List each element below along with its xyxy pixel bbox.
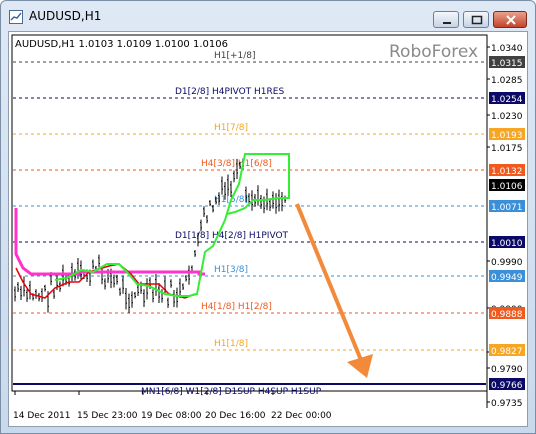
forecast-arrow [295, 203, 363, 361]
time-label: 19 Dec 08:00 [141, 411, 202, 421]
price-label: 1.0230 [491, 112, 523, 122]
watermark: RoboForex [389, 42, 478, 62]
minimize-icon [443, 22, 451, 24]
price-label: 0.9766 [491, 381, 523, 391]
title-bar[interactable]: AUDUSD,H1 [1, 1, 535, 31]
price-label: 1.0340 [491, 44, 523, 54]
price-label: 0.9888 [491, 310, 523, 320]
chart-window: AUDUSD,H1 AUDUSD,H1 1.0103 1.0109 1.0100… [0, 0, 536, 434]
level-label: H1[1/8] [214, 339, 248, 349]
level-label: D1[2/8] H4PIVOT H1RES [175, 87, 284, 97]
price-label: 1.0071 [491, 203, 523, 213]
price-label: 1.0010 [491, 239, 523, 249]
time-label: 15 Dec 23:00 [77, 411, 138, 421]
price-label: 0.9827 [491, 347, 523, 357]
level-label: H4[1/8] H1[2/8] [201, 302, 272, 312]
level-label: H1[+1/8] [214, 51, 256, 61]
price-label: 0.9949 [491, 273, 523, 283]
close-icon [506, 15, 516, 25]
time-label: 22 Dec 00:00 [271, 411, 332, 421]
price-label: 0.9990 [491, 258, 523, 268]
price-label: 1.0175 [491, 144, 523, 154]
level-label: H1[3/8] [214, 265, 248, 275]
time-label: 20 Dec 16:00 [205, 411, 266, 421]
time-label: 14 Dec 2011 [13, 411, 71, 421]
price-chart[interactable]: AUDUSD,H1 1.0103 1.0109 1.0100 1.0106 Rob… [9, 32, 527, 426]
chart-window-icon [9, 10, 23, 24]
close-button[interactable] [493, 11, 527, 28]
price-label: 0.9735 [491, 399, 523, 409]
maximize-button[interactable] [463, 11, 489, 28]
level-label: H1[7/8] [214, 123, 248, 133]
level-label: D1[1/8] H4[2/8] H1PIVOT [175, 231, 289, 241]
level-label: MN1[6/8] W1[2/8] D1SUP H4SUP H1SUP [141, 387, 322, 397]
price-label: 1.0315 [491, 59, 523, 69]
price-label: 1.0285 [491, 76, 523, 86]
minimize-button[interactable] [433, 11, 459, 28]
maximize-icon [471, 15, 483, 25]
price-label: 1.0193 [491, 131, 523, 141]
symbol-quote: AUDUSD,H1 1.0103 1.0109 1.0100 1.0106 [15, 39, 228, 50]
price-label: 1.0254 [491, 95, 523, 105]
chart-area[interactable]: AUDUSD,H1 1.0103 1.0109 1.0100 1.0106 Rob… [8, 31, 528, 427]
price-label: 1.0106 [491, 182, 523, 192]
price-label: 0.9790 [491, 365, 523, 375]
price-label: 1.0132 [491, 167, 523, 177]
window-title: AUDUSD,H1 [29, 9, 102, 23]
